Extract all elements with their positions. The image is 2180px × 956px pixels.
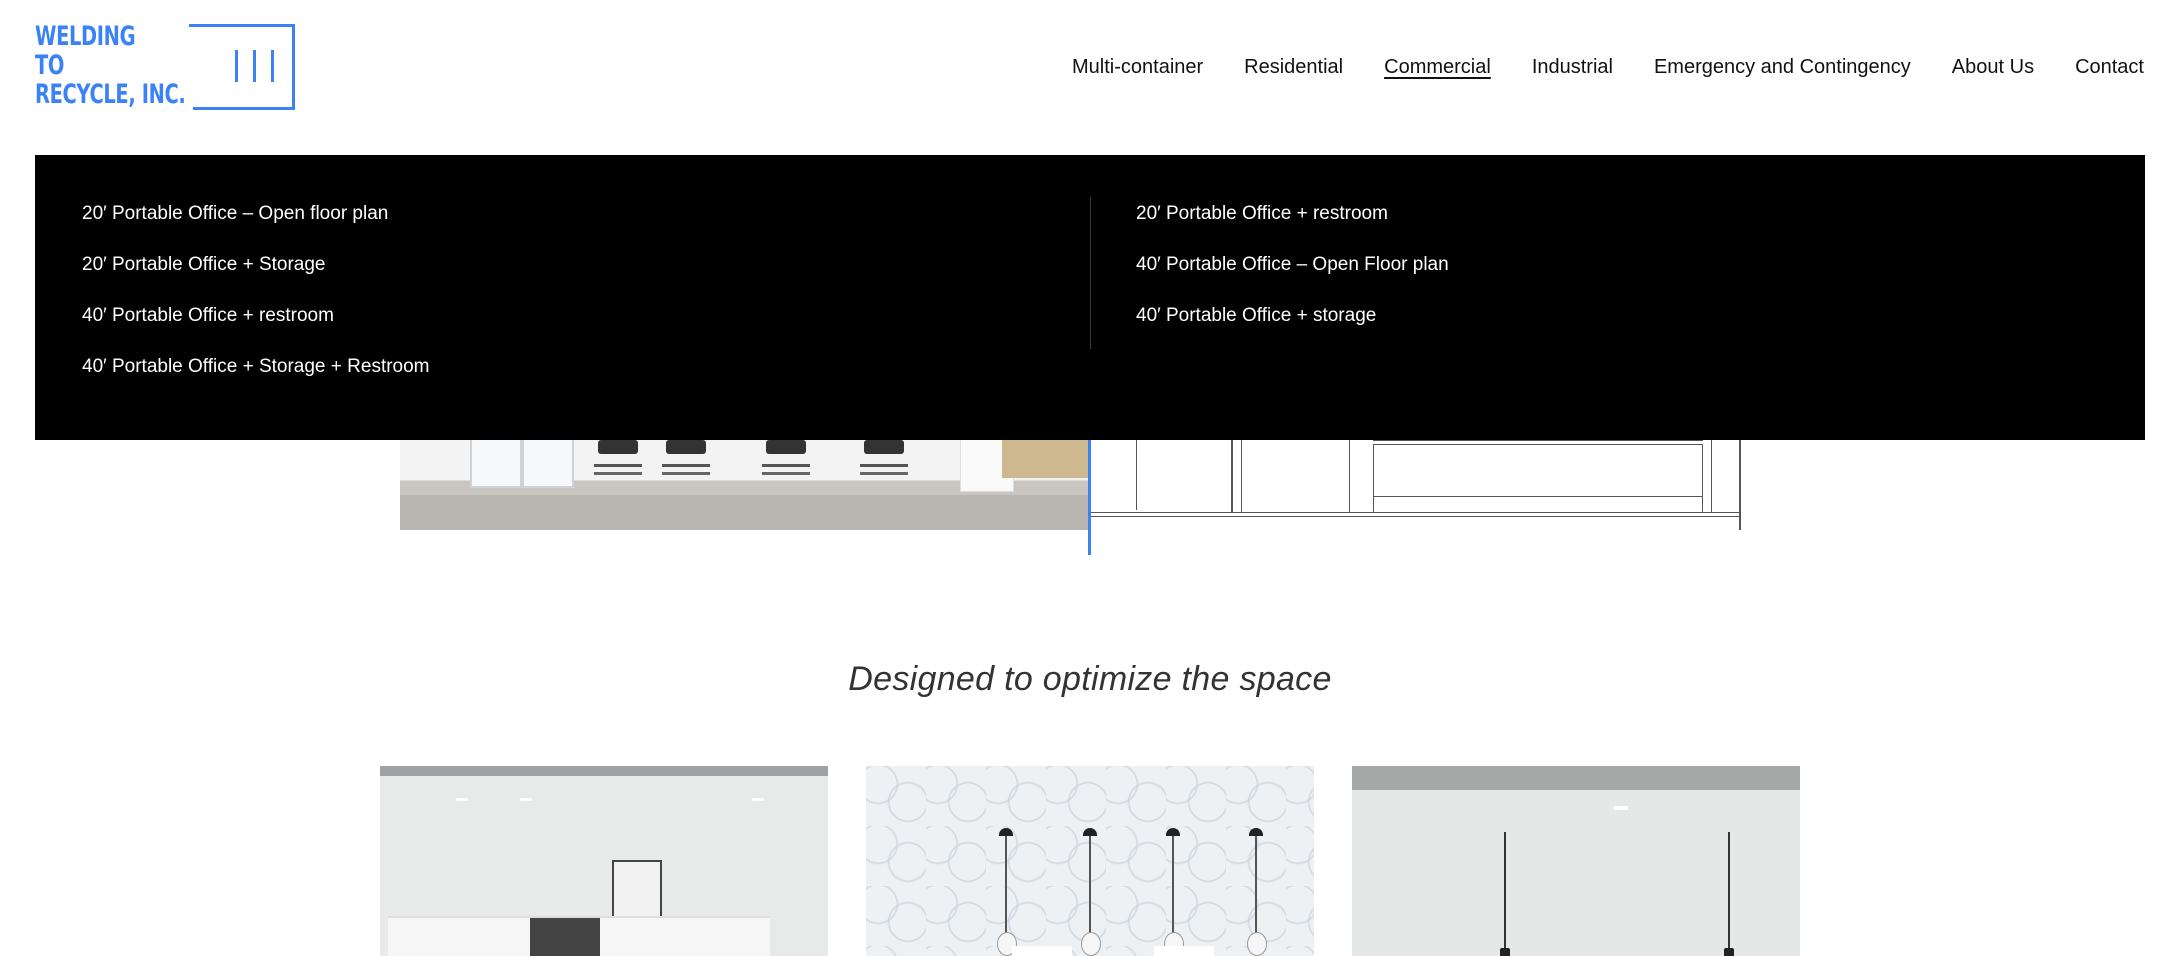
storage-cabinet	[388, 916, 770, 956]
nav-emergency-contingency[interactable]: Emergency and Contingency	[1654, 56, 1911, 79]
pendant-light-icon	[1724, 832, 1734, 956]
dropdown-divider	[1090, 197, 1091, 349]
nav-about-us[interactable]: About Us	[1952, 56, 2034, 79]
pendant-light-icon	[1081, 828, 1101, 956]
office-chair	[658, 440, 714, 480]
menu-item-40-open-floor[interactable]: 40′ Portable Office – Open Floor plan	[1136, 254, 1449, 276]
gallery-image-storage[interactable]	[380, 766, 828, 956]
gallery-image-office[interactable]	[1352, 766, 1800, 956]
pendant-light-icon	[1500, 832, 1510, 956]
logo-line-2: TO	[35, 50, 65, 81]
logo-line-1: WELDING	[35, 21, 136, 52]
gallery-image-restroom[interactable]	[866, 766, 1314, 956]
menu-item-40-storage[interactable]: 40′ Portable Office + storage	[1136, 305, 1449, 327]
menu-item-20-restroom[interactable]: 20′ Portable Office + restroom	[1136, 203, 1449, 225]
nav-residential[interactable]: Residential	[1244, 56, 1343, 79]
office-chair	[856, 440, 912, 480]
office-chair	[758, 440, 814, 480]
pendant-light-icon	[997, 828, 1017, 956]
nav-commercial[interactable]: Commercial	[1384, 56, 1491, 79]
section-tagline: Designed to optimize the space	[848, 660, 1332, 698]
pendant-light-icon	[1247, 828, 1267, 956]
pendant-light-icon	[1164, 828, 1184, 956]
menu-item-20-storage[interactable]: 20′ Portable Office + Storage	[82, 254, 430, 276]
office-chair	[590, 440, 646, 480]
hero-comparison-image	[400, 420, 1746, 555]
logo-wordmark: WELDING TO RECYCLE, INC.	[35, 21, 186, 110]
nav-multi-container[interactable]: Multi-container	[1072, 56, 1203, 79]
nav-industrial[interactable]: Industrial	[1532, 56, 1613, 79]
menu-item-40-restroom[interactable]: 40′ Portable Office + restroom	[82, 305, 430, 327]
logo-line-3: RECYCLE, INC.	[35, 79, 186, 110]
logo-bars-icon	[235, 50, 277, 82]
main-nav: Multi-container Residential Commercial I…	[1031, 56, 2144, 79]
dropdown-column-left: 20′ Portable Office – Open floor plan 20…	[82, 203, 430, 407]
nav-contact[interactable]: Contact	[2075, 56, 2144, 79]
menu-item-40-storage-restroom[interactable]: 40′ Portable Office + Storage + Restroom	[82, 356, 430, 378]
picture-frame	[612, 860, 662, 924]
dropdown-column-right: 20′ Portable Office + restroom 40′ Porta…	[1136, 203, 1449, 356]
menu-item-20-open-floor[interactable]: 20′ Portable Office – Open floor plan	[82, 203, 430, 225]
site-logo[interactable]: WELDING TO RECYCLE, INC.	[35, 21, 295, 114]
commercial-dropdown-menu: 20′ Portable Office – Open floor plan 20…	[35, 155, 2145, 440]
